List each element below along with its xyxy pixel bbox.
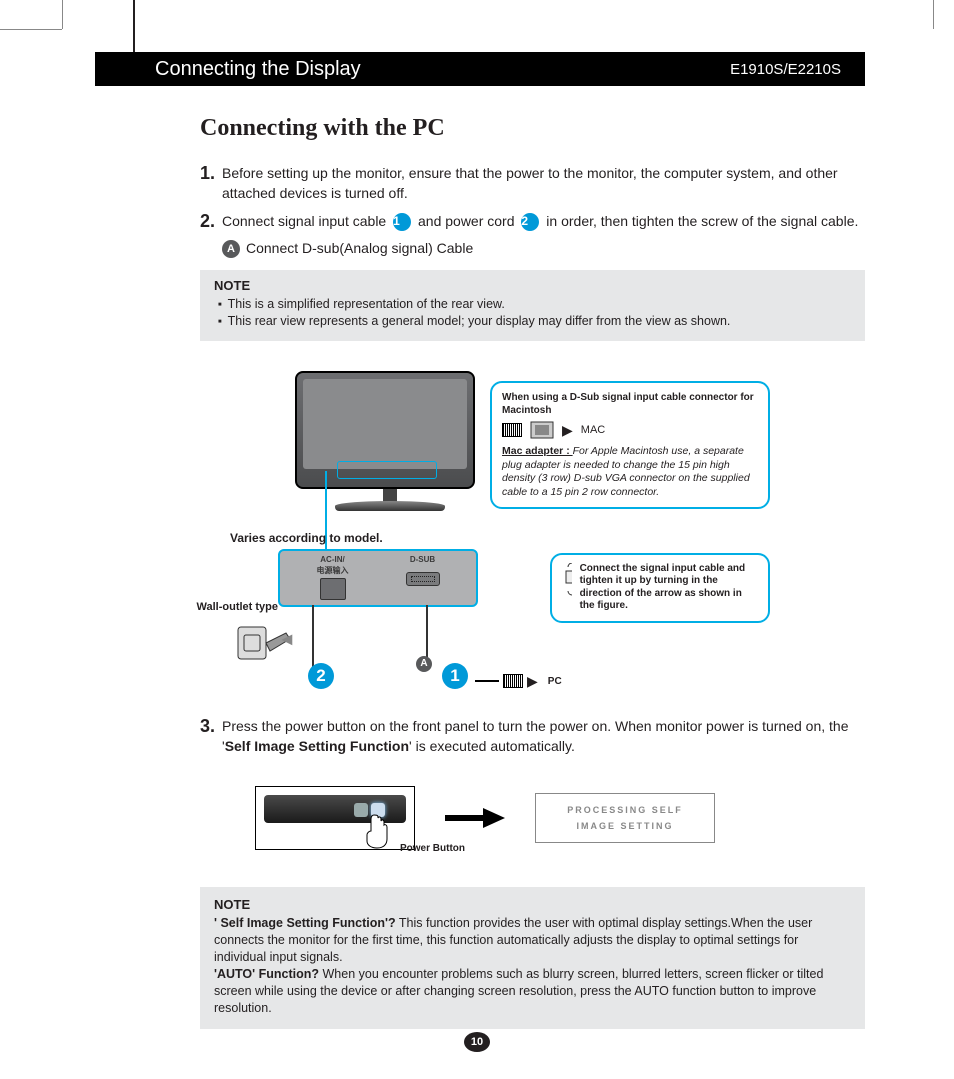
note2-q1-label: ' Self Image Setting Function'?: [214, 916, 396, 930]
step-1-text: Before setting up the monitor, ensure th…: [222, 160, 865, 204]
finger-icon: [364, 813, 390, 849]
connection-diagram: Varies according to model. AC-IN/ 电源输入 D…: [200, 371, 865, 721]
note-box-1: NOTE This is a simplified representation…: [200, 270, 865, 341]
step-number: 2.: [200, 208, 222, 234]
connector-icon: [503, 674, 523, 688]
diagram-badge-1-icon: 1: [442, 663, 468, 689]
mac-callout-title: When using a D-Sub signal input cable co…: [502, 391, 758, 417]
note-title: NOTE: [214, 278, 851, 293]
connector-icon: [502, 423, 522, 437]
note1-item-0: This is a simplified representation of t…: [218, 296, 851, 314]
page-number-badge: 10: [464, 1032, 490, 1052]
page-number: 10: [464, 1032, 490, 1052]
note2-q2-label: 'AUTO' Function?: [214, 967, 319, 981]
pc-cable-icon: ▶ PC: [475, 673, 565, 690]
step-2-sub-A: A Connect D-sub(Analog signal) Cable: [222, 240, 865, 258]
power-button-label: Power Button: [400, 843, 465, 854]
note1-item-1: This rear view represents a general mode…: [218, 313, 851, 331]
mac-adapter-icon: [530, 421, 554, 439]
crop-vertical-line: [133, 0, 135, 54]
power-button-illustration: Power Button: [255, 786, 415, 850]
tighten-text: Connect the signal input cable and tight…: [580, 563, 758, 613]
varies-label: Varies according to model.: [230, 531, 383, 545]
processing-line2: IMAGE SETTING: [576, 821, 673, 831]
processing-line1: PROCESSING SELF: [567, 805, 683, 815]
badge-A-icon: A: [222, 240, 240, 258]
arrow-right-icon: ▶: [562, 421, 573, 439]
mac-label: MAC: [581, 423, 605, 437]
badge-1-icon: 1: [393, 213, 411, 231]
arrow-right-large-icon: [445, 808, 505, 828]
note2-title: NOTE: [214, 897, 851, 912]
step-1: 1. Before setting up the monitor, ensure…: [200, 160, 865, 204]
ac-in-label: AC-IN/: [317, 555, 349, 564]
step-2-text: Connect signal input cable 1 and power c…: [222, 208, 865, 234]
pc-label: PC: [548, 676, 562, 687]
ac-in-label-cn: 电源输入: [317, 565, 349, 576]
mac-adapter-callout: When using a D-Sub signal input cable co…: [490, 381, 770, 510]
ac-in-socket-icon: [320, 578, 346, 600]
port-panel: AC-IN/ 电源输入 D-SUB: [278, 549, 478, 607]
tighten-callout: Connect the signal input cable and tight…: [550, 553, 770, 623]
page-header: Connecting the Display E1910S/E2210S: [95, 52, 865, 86]
tighten-connector-icon: [562, 563, 572, 597]
badge-2-icon: 2: [521, 213, 539, 231]
sub-A-text: Connect D-sub(Analog signal) Cable: [246, 240, 473, 258]
section-title: Connecting with the PC: [200, 115, 865, 142]
dsub-socket-icon: [406, 572, 440, 586]
header-title: Connecting the Display: [155, 58, 361, 81]
processing-message-box: PROCESSING SELF IMAGE SETTING: [535, 793, 715, 843]
note-box-2: NOTE ' Self Image Setting Function'? Thi…: [200, 887, 865, 1028]
arrow-left-icon: ◄: [278, 629, 296, 650]
power-cable-line: [312, 605, 314, 671]
mac-adapter-title: Mac adapter :: [502, 445, 573, 457]
monitor-rear-icon: [295, 371, 485, 531]
header-model: E1910S/E2210S: [730, 61, 841, 78]
dsub-label: D-SUB: [406, 555, 440, 564]
step-2: 2. Connect signal input cable 1 and powe…: [200, 208, 865, 234]
diagram-badge-A-icon: A: [416, 656, 432, 672]
diagram-badge-2-icon: 2: [308, 663, 334, 689]
step-number: 1.: [200, 160, 222, 204]
power-on-diagram: Power Button PROCESSING SELF IMAGE SETTI…: [255, 770, 865, 865]
wall-outlet-label: Wall-outlet type: [194, 601, 278, 613]
